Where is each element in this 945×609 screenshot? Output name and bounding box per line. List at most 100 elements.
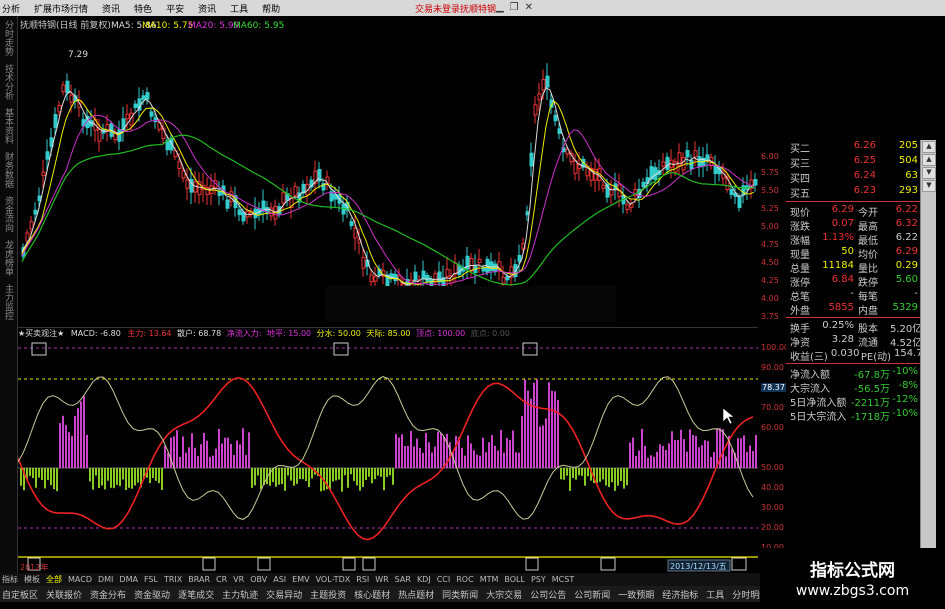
- close-icon[interactable]: ✕: [525, 2, 533, 13]
- indicator-tab[interactable]: 全部: [46, 574, 62, 585]
- indicator-tab[interactable]: ASI: [273, 575, 286, 584]
- indicator-tab[interactable]: EMV: [292, 575, 309, 584]
- date-tag: 2013/12/13/五: [670, 562, 727, 571]
- scroll-up-icon[interactable]: ▲: [922, 154, 936, 166]
- sidebar-item[interactable]: 基本资料: [2, 108, 15, 144]
- indicator-bar: [497, 450, 499, 468]
- candle-body: [237, 209, 242, 216]
- indicator-tab[interactable]: ROC: [456, 575, 473, 584]
- menu-item[interactable]: 工具: [230, 2, 248, 15]
- indicator-tab[interactable]: FSL: [144, 575, 158, 584]
- restore-icon[interactable]: ❐: [510, 2, 519, 13]
- indicator-tab[interactable]: CR: [216, 575, 227, 584]
- indicator-tab[interactable]: MACD: [68, 575, 92, 584]
- candle-body: [737, 196, 742, 209]
- indicator-bar: [65, 425, 67, 468]
- indicator-tab[interactable]: BRAR: [188, 575, 210, 584]
- menu-item[interactable]: 帮助: [262, 2, 280, 15]
- indicator-bar: [557, 399, 559, 468]
- indicator-tab[interactable]: VOL-TDX: [316, 575, 351, 584]
- candle-body: [117, 129, 122, 142]
- year-tag: 2012年: [20, 562, 48, 572]
- scroll-down-icon[interactable]: ▼: [922, 167, 936, 179]
- indicator-tab[interactable]: RSI: [356, 575, 369, 584]
- indicator-tab[interactable]: WR: [375, 575, 388, 584]
- bottom-tab[interactable]: 一致预期: [618, 588, 654, 601]
- indicator-tab[interactable]: OBV: [250, 575, 267, 584]
- indicator-tab[interactable]: MCST: [552, 575, 574, 584]
- indicator-tab[interactable]: 指标: [2, 574, 18, 585]
- indicator-tab[interactable]: SAR: [395, 575, 411, 584]
- flow-row: 5日大宗流入 -1718万 -10%: [790, 408, 918, 423]
- bottom-tab[interactable]: 大宗交易: [486, 588, 522, 601]
- sidebar-item[interactable]: 技术分析: [2, 64, 15, 100]
- sidebar-item[interactable]: 财务数据: [2, 152, 15, 188]
- indicator-bar: [647, 457, 649, 468]
- bottom-tab[interactable]: 经济指标: [662, 588, 698, 601]
- sidebar-item[interactable]: 资金流向: [2, 196, 15, 232]
- scroll-up-icon[interactable]: ▲: [922, 141, 936, 153]
- bottom-tab[interactable]: 资金分布: [90, 588, 126, 601]
- menu-item[interactable]: 分析: [2, 2, 20, 15]
- menu-item[interactable]: 特色: [134, 2, 152, 15]
- bottom-tab[interactable]: 逐笔成交: [178, 588, 214, 601]
- menu-item[interactable]: 扩展市场行情: [34, 2, 88, 15]
- indicator-tab[interactable]: 模板: [24, 574, 40, 585]
- bottom-tab[interactable]: 自定板区: [2, 588, 38, 601]
- axis-tick: 50.00: [761, 463, 784, 472]
- stock-name-link[interactable]: 抚顺特钢: [460, 2, 496, 15]
- indicator-bar: [740, 438, 742, 468]
- indicator-tab[interactable]: VR: [233, 575, 244, 584]
- login-status[interactable]: 交易未登录: [415, 2, 460, 15]
- bottom-tab[interactable]: 资金驱动: [134, 588, 170, 601]
- menu-item[interactable]: 资讯: [102, 2, 120, 15]
- indicator-tab[interactable]: CCI: [437, 575, 451, 584]
- indicator-bar: [44, 468, 46, 489]
- candle-body: [281, 192, 286, 204]
- indicator-bar: [20, 468, 22, 486]
- sidebar-item[interactable]: 主力监控: [2, 284, 15, 320]
- bottom-tab[interactable]: 公司公告: [530, 588, 566, 601]
- scroll-down-icon[interactable]: ▼: [922, 180, 936, 192]
- stat-row: 涨跌 0.07 最高 6.32: [790, 218, 918, 233]
- indicator-tab[interactable]: DMI: [98, 575, 113, 584]
- bottom-tab[interactable]: 同类新闻: [442, 588, 478, 601]
- indicator-bar: [491, 435, 493, 468]
- indicator-bar: [650, 455, 652, 468]
- bottom-tab[interactable]: 交易异动: [266, 588, 302, 601]
- indicator-tab[interactable]: BOLL: [504, 575, 525, 584]
- axis-tick: 5.75: [761, 168, 779, 177]
- sidebar-item[interactable]: 龙虎榜单: [2, 240, 15, 276]
- candle-body: [61, 84, 66, 93]
- indicator-tab[interactable]: PSY: [531, 575, 546, 584]
- indicator-bar: [665, 449, 667, 468]
- bottom-tab[interactable]: 工具: [706, 588, 724, 601]
- minimize-icon[interactable]: ▁: [496, 2, 504, 13]
- bottom-tab[interactable]: 主力轨迹: [222, 588, 258, 601]
- bid-row: 买五 6.23 293: [790, 185, 918, 200]
- indicator-tab[interactable]: TRIX: [164, 575, 182, 584]
- window-controls: ▁ ❐ ✕: [496, 2, 533, 13]
- bottom-tab[interactable]: 关联报价: [46, 588, 82, 601]
- sidebar-item[interactable]: 分时走势: [2, 20, 15, 56]
- bottom-tab[interactable]: 核心题材: [354, 588, 390, 601]
- indicator-bar: [731, 448, 733, 468]
- menu-item[interactable]: 资讯: [198, 2, 216, 15]
- indicator-bar: [41, 468, 43, 480]
- indicator-tab[interactable]: MTM: [480, 575, 499, 584]
- bottom-tab[interactable]: 热点题材: [398, 588, 434, 601]
- indicator-bar: [35, 468, 37, 488]
- menu-item[interactable]: 平安: [166, 2, 184, 15]
- price-pane[interactable]: 抚顺特钢(日线 前复权) MA5: 5.86 MA10: 5.75 MA20: …: [18, 16, 779, 326]
- vertical-scrollbar[interactable]: ▲ ▲ ▼ ▼: [920, 140, 936, 555]
- indicator-bar: [545, 418, 547, 468]
- indicator-bar: [707, 441, 709, 468]
- bottom-tab[interactable]: 主题投资: [310, 588, 346, 601]
- indicator-bar: [335, 468, 337, 481]
- indicator-pane[interactable]: 2012年 2013/12/13/五 100.00 90.00 78.37 70…: [17, 338, 789, 572]
- indicator-bar: [629, 442, 631, 468]
- bottom-tab[interactable]: 公司新闻: [574, 588, 610, 601]
- indicator-tab[interactable]: DMA: [119, 575, 138, 584]
- indicator-tab[interactable]: KDJ: [417, 575, 431, 584]
- chart-area[interactable]: 抚顺特钢(日线 前复权) MA5: 5.86 MA10: 5.75 MA20: …: [17, 16, 789, 572]
